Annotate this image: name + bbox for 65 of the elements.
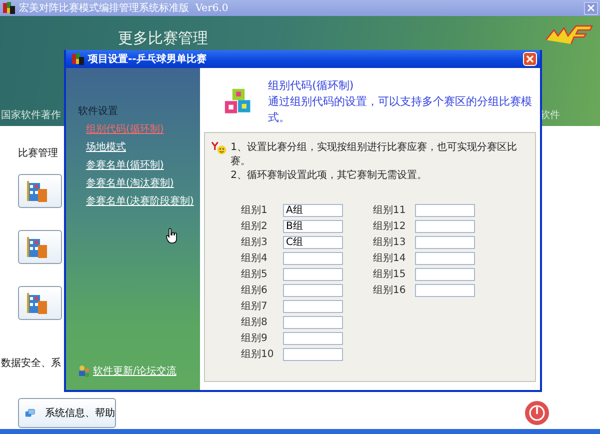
close-icon bbox=[587, 4, 595, 12]
dialog-title: 项目设置--乒乓球男单比赛 bbox=[88, 52, 208, 66]
input-field[interactable] bbox=[415, 220, 475, 232]
sidebar-link[interactable]: 场地模式 bbox=[86, 140, 200, 154]
field-label: 组别15 bbox=[373, 268, 407, 281]
input-field[interactable] bbox=[283, 268, 343, 280]
power-icon[interactable] bbox=[524, 400, 550, 426]
forum-link[interactable]: 软件更新/论坛交流 bbox=[93, 364, 176, 378]
input-field[interactable] bbox=[283, 348, 343, 360]
building-icon bbox=[27, 291, 49, 315]
field-label: 组别8 bbox=[241, 316, 268, 329]
note-text: 2、循环赛制设置此项，其它赛制无需设置。 bbox=[230, 169, 428, 183]
field-label: 组别6 bbox=[241, 284, 268, 297]
section-title: 组别代码(循环制) bbox=[268, 78, 355, 94]
field-label: 组别9 bbox=[241, 332, 268, 345]
field-label: 组别7 bbox=[241, 300, 268, 313]
window-title: 宏美对阵比赛模式编排管理系统标准版 Ver6.0 bbox=[19, 2, 230, 15]
input-field[interactable]: B组 bbox=[283, 220, 343, 232]
input-field[interactable] bbox=[283, 284, 343, 296]
sidebar-link[interactable]: 参赛名单(循环制) bbox=[86, 158, 200, 172]
section-label: 比赛管理 bbox=[18, 146, 58, 160]
hand-cursor-icon bbox=[166, 228, 178, 244]
smiley-icon bbox=[211, 141, 227, 155]
input-field[interactable] bbox=[283, 252, 343, 264]
input-field[interactable] bbox=[415, 204, 475, 216]
input-field[interactable] bbox=[415, 252, 475, 264]
field-label: 组别4 bbox=[241, 252, 268, 265]
people-icon bbox=[78, 365, 90, 377]
logo-icon bbox=[544, 24, 594, 46]
banner-title: 更多比赛管理 bbox=[118, 29, 208, 48]
input-field[interactable] bbox=[415, 284, 475, 296]
building-icon bbox=[27, 179, 49, 203]
field-label: 组别10 bbox=[241, 348, 275, 361]
section-label: 数据安全、系 bbox=[1, 356, 61, 370]
close-button[interactable] bbox=[584, 2, 598, 14]
note-text: 1、设置比赛分组，实现按组别进行比赛应赛，也可实现分赛区比赛。 bbox=[230, 141, 518, 169]
building-icon bbox=[27, 235, 49, 259]
field-label: 组别5 bbox=[241, 268, 268, 281]
sidebar-link[interactable]: 参赛名单(淘汰赛制) bbox=[86, 176, 200, 190]
sidebar-link[interactable]: 参赛名单(决赛阶段赛制) bbox=[86, 194, 200, 208]
input-field[interactable] bbox=[283, 316, 343, 328]
module-button[interactable] bbox=[18, 286, 62, 320]
input-field[interactable]: A组 bbox=[283, 204, 343, 216]
help-button[interactable]: 系统信息、帮助 bbox=[18, 398, 116, 428]
input-field[interactable] bbox=[283, 300, 343, 312]
app-icon bbox=[72, 53, 84, 65]
section-description: 通过组别代码的设置，可以支持多个赛区的分组比赛模式。 bbox=[268, 94, 534, 126]
field-label: 组别11 bbox=[373, 204, 407, 217]
input-field[interactable]: C组 bbox=[283, 236, 343, 248]
app-icon bbox=[3, 2, 15, 14]
banner-text: 国家软件著作 bbox=[1, 108, 61, 122]
sidebar-heading: 软件设置 bbox=[78, 104, 119, 118]
input-field[interactable] bbox=[415, 236, 475, 248]
field-label: 组别3 bbox=[241, 236, 268, 249]
field-label: 组别14 bbox=[373, 252, 407, 265]
field-label: 组别2 bbox=[241, 220, 268, 233]
field-label: 组别1 bbox=[241, 204, 268, 217]
close-icon bbox=[526, 55, 534, 63]
module-button[interactable] bbox=[18, 174, 62, 208]
field-label: 组别12 bbox=[373, 220, 407, 233]
input-field[interactable] bbox=[283, 332, 343, 344]
module-button[interactable] bbox=[18, 230, 62, 264]
field-label: 组别16 bbox=[373, 284, 407, 297]
field-label: 组别13 bbox=[373, 236, 407, 249]
input-field[interactable] bbox=[415, 268, 475, 280]
